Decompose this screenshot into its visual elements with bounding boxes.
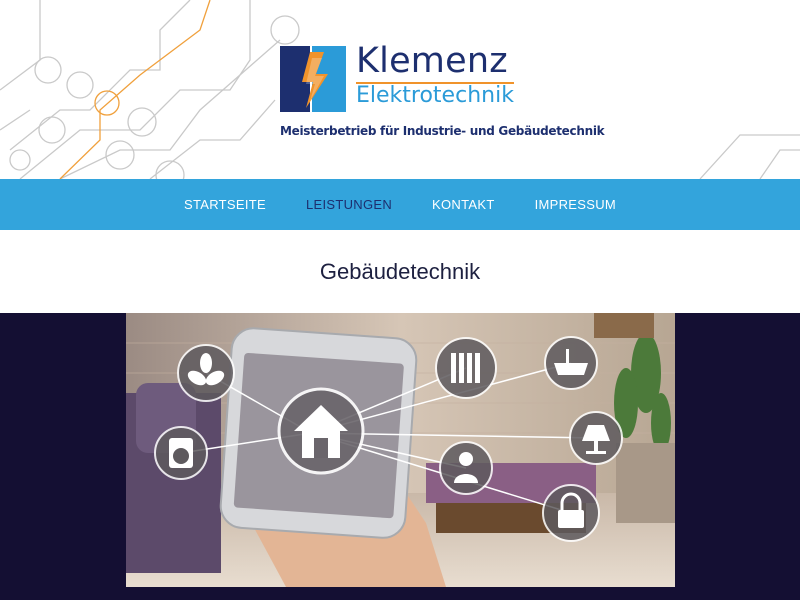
- site-header: Klemenz Elektrotechnik Meisterbetrieb fü…: [0, 0, 800, 179]
- smart-home-image: [126, 313, 675, 587]
- person-icon: [439, 441, 493, 495]
- main-navigation: STARTSEITE LEISTUNGEN KONTAKT IMPRESSUM: [0, 179, 800, 230]
- lamp-icon: [569, 411, 623, 465]
- nav-item-leistungen[interactable]: LEISTUNGEN: [306, 197, 392, 212]
- nav-item-startseite[interactable]: STARTSEITE: [184, 197, 266, 212]
- page-title-section: Gebäudetechnik: [0, 230, 800, 313]
- lock-icon: [542, 484, 600, 542]
- page-title: Gebäudetechnik: [319, 258, 481, 284]
- bathtub-icon: [544, 336, 598, 390]
- house-icon: [277, 387, 365, 475]
- fan-icon: [177, 344, 235, 402]
- nav-item-kontakt[interactable]: KONTAKT: [432, 197, 495, 212]
- radiator-icon: [435, 337, 497, 399]
- brand-subtitle: Elektrotechnik: [356, 82, 514, 108]
- hero-banner: [0, 313, 800, 600]
- nav-item-impressum[interactable]: IMPRESSUM: [535, 197, 616, 212]
- brand-tagline: Meisterbetrieb für Industrie- und Gebäud…: [280, 124, 605, 138]
- washing-machine-icon: [154, 426, 208, 480]
- brand-name: Klemenz: [356, 41, 508, 81]
- lightning-logo-icon: [280, 46, 346, 112]
